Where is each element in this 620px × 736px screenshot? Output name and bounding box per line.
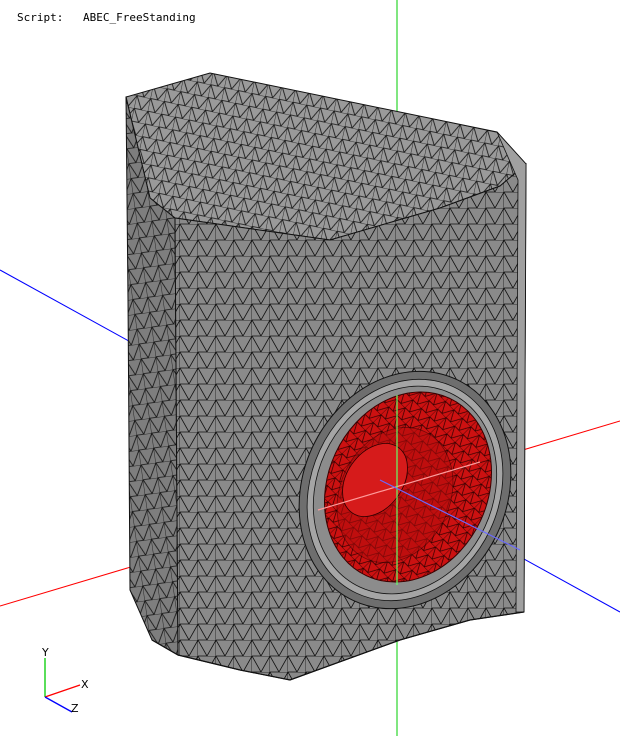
cabinet-mesh[interactable]	[125, 72, 527, 681]
orientation-gizmo: Y X Z	[41, 646, 89, 715]
gizmo-x-axis	[44, 684, 81, 698]
3d-viewport[interactable]: Script: ABEC_FreeStanding Y X Z	[0, 0, 620, 736]
gizmo-x-label: X	[81, 678, 89, 691]
gizmo-y-label: Y	[41, 646, 49, 659]
scene-canvas[interactable]: Y X Z	[0, 0, 620, 736]
gizmo-z-label: Z	[71, 702, 79, 715]
gizmo-z-axis	[44, 696, 73, 713]
